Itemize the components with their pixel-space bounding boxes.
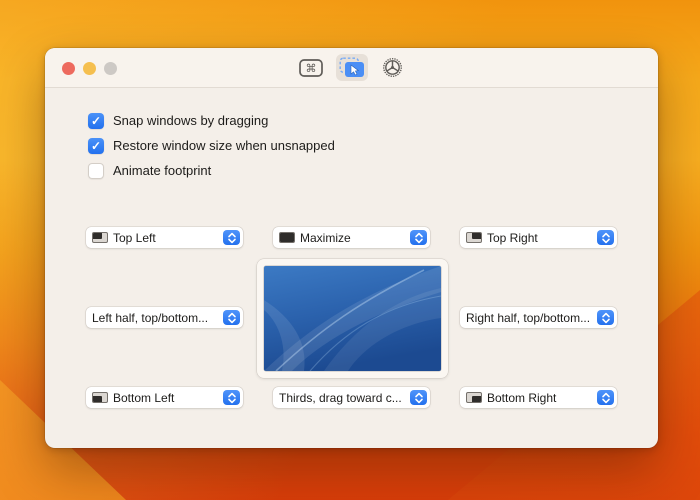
- minimize-button[interactable]: [83, 61, 96, 75]
- checkbox-label: Animate footprint: [113, 163, 212, 178]
- dropdown-label: Right half, top/bottom...: [466, 310, 591, 325]
- keyboard-shortcuts-icon[interactable]: ⌘: [295, 54, 327, 81]
- chevron-up-down-icon[interactable]: [410, 390, 427, 405]
- checkbox-label: Snap windows by dragging: [113, 113, 269, 128]
- window-position-icon: [92, 392, 108, 403]
- checkbox-box[interactable]: [88, 162, 104, 179]
- zoom-button: [104, 61, 117, 75]
- checkbox-animate-footprint[interactable]: Animate footprint: [88, 162, 335, 179]
- checkbox-restore-size[interactable]: ✓ Restore window size when unsnapped: [88, 137, 335, 154]
- window-position-icon: [279, 232, 295, 243]
- dropdown-thirds[interactable]: Thirds, drag toward c...: [273, 387, 430, 408]
- dropdown-label: Bottom Right: [487, 390, 557, 405]
- dropdown-bottom-left[interactable]: Bottom Left: [86, 387, 243, 408]
- dropdown-maximize[interactable]: Maximize: [273, 227, 430, 248]
- toolbar: ⌘: [295, 54, 409, 81]
- checkbox-box[interactable]: ✓: [88, 137, 104, 154]
- chevron-up-down-icon[interactable]: [223, 310, 240, 325]
- chevron-up-down-icon[interactable]: [223, 230, 240, 245]
- wheel-settings-icon[interactable]: [377, 54, 409, 81]
- dropdown-top-left[interactable]: Top Left: [86, 227, 243, 248]
- chevron-up-down-icon[interactable]: [223, 390, 240, 405]
- dropdown-label: Bottom Left: [113, 390, 175, 405]
- titlebar[interactable]: ⌘: [45, 48, 658, 88]
- checkbox-snap-windows[interactable]: ✓ Snap windows by dragging: [88, 112, 335, 129]
- cursor-window-icon: [339, 57, 364, 77]
- window-position-icon: [92, 232, 108, 243]
- dropdown-label: Top Left: [113, 230, 156, 245]
- desktop-wallpaper: ⌘ ✓ Snap windows by dragging ✓ Restore w…: [0, 0, 700, 500]
- dropdown-top-right[interactable]: Top Right: [460, 227, 617, 248]
- dropdown-bottom-right[interactable]: Bottom Right: [460, 387, 617, 408]
- screen-preview-image: [264, 266, 441, 371]
- chevron-up-down-icon[interactable]: [597, 390, 614, 405]
- window-position-icon: [466, 232, 482, 243]
- snap-options: ✓ Snap windows by dragging ✓ Restore win…: [88, 112, 335, 187]
- chevron-up-down-icon[interactable]: [597, 310, 614, 325]
- dropdown-label: Maximize: [300, 230, 351, 245]
- close-button[interactable]: [62, 61, 75, 75]
- window-position-icon: [466, 392, 482, 403]
- dropdown-label: Left half, top/bottom...: [92, 310, 209, 325]
- dropdown-left-half[interactable]: Left half, top/bottom...: [86, 307, 243, 328]
- dropdown-label: Top Right: [487, 230, 538, 245]
- traffic-lights: [62, 48, 117, 88]
- svg-text:⌘: ⌘: [305, 62, 316, 75]
- checkbox-label: Restore window size when unsnapped: [113, 138, 335, 153]
- chevron-up-down-icon[interactable]: [597, 230, 614, 245]
- dropdown-label: Thirds, drag toward c...: [279, 390, 402, 405]
- wheel-icon: [383, 58, 402, 77]
- chevron-up-down-icon[interactable]: [410, 230, 427, 245]
- dropdown-right-half[interactable]: Right half, top/bottom...: [460, 307, 617, 328]
- screen-preview-frame: [257, 259, 448, 378]
- app-window: ⌘ ✓ Snap windows by dragging ✓ Restore w…: [45, 48, 658, 448]
- command-window-icon: ⌘: [298, 58, 323, 77]
- checkbox-box[interactable]: ✓: [88, 112, 104, 129]
- snap-areas-icon[interactable]: [335, 54, 368, 81]
